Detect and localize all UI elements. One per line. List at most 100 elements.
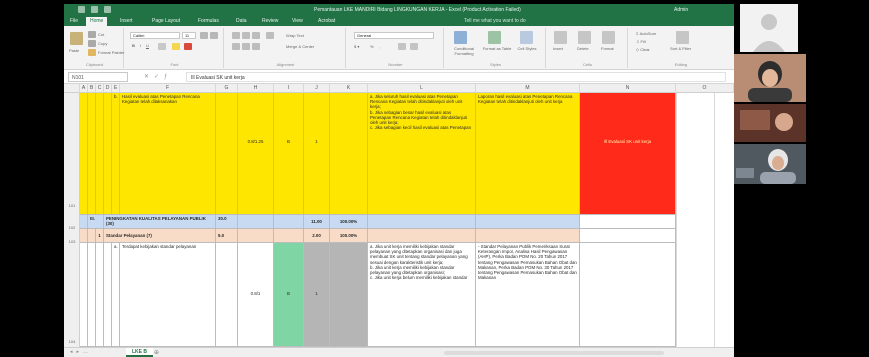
cell-h101[interactable]: 0.8/1.25 — [238, 93, 274, 215]
cell-k104[interactable] — [330, 243, 368, 347]
font-name-select[interactable]: Calibri — [130, 32, 180, 39]
cell-styles-icon[interactable] — [520, 31, 533, 44]
cell-l101[interactable]: a. Jika seluruh hasil evaluasi atas Pene… — [368, 93, 476, 215]
name-box[interactable]: N101 — [68, 72, 128, 82]
fill-button[interactable]: ⇩ Fill — [636, 39, 646, 44]
align-top-icon[interactable] — [232, 32, 240, 39]
cell-g104[interactable] — [216, 243, 238, 347]
decrease-font-icon[interactable] — [210, 32, 218, 39]
increase-font-icon[interactable] — [200, 32, 208, 39]
horizontal-scrollbar[interactable] — [444, 351, 664, 355]
cell-e104[interactable]: a. — [112, 243, 120, 347]
increase-decimal-icon[interactable] — [398, 43, 406, 50]
delete-button[interactable]: Delete — [577, 46, 589, 51]
cell-h102[interactable] — [238, 215, 274, 229]
column-header-b[interactable]: B — [88, 84, 96, 93]
conditional-formatting-icon[interactable] — [454, 31, 467, 44]
cell-m103[interactable] — [476, 229, 580, 243]
cell-h103[interactable] — [238, 229, 274, 243]
select-all-corner[interactable] — [64, 84, 80, 93]
column-header-k[interactable]: K — [330, 84, 368, 93]
clear-button[interactable]: ◇ Clear — [636, 47, 650, 52]
insert-button[interactable]: Insert — [553, 46, 563, 51]
align-center-icon[interactable] — [242, 43, 250, 50]
borders-icon[interactable] — [158, 43, 166, 50]
cell-g101[interactable] — [216, 93, 238, 215]
tab-data[interactable]: Data — [236, 18, 247, 24]
cell-a103[interactable] — [80, 229, 88, 243]
cell-k103[interactable]: 100.00% — [330, 229, 368, 243]
tab-review[interactable]: Review — [262, 18, 278, 24]
cell-k101[interactable] — [330, 93, 368, 215]
orientation-icon[interactable] — [266, 32, 274, 39]
column-header-h[interactable]: H — [238, 84, 274, 93]
column-header-d[interactable]: D — [104, 84, 112, 93]
underline-icon[interactable]: U — [146, 43, 149, 48]
cell-d101[interactable] — [104, 93, 112, 215]
column-header-c[interactable]: C — [96, 84, 104, 93]
paste-button[interactable]: Paste — [69, 48, 79, 53]
cell-l104[interactable]: a. Jika unit kerja memiliki kebijakan st… — [368, 243, 476, 347]
cell-n103[interactable] — [580, 229, 676, 243]
cell-j104[interactable]: 1 — [304, 243, 330, 347]
cell-b101[interactable] — [88, 93, 96, 215]
spreadsheet-grid[interactable]: b. Hasil evaluasi atas Penetapan Rencana… — [80, 93, 734, 347]
currency-icon[interactable]: $ ▾ — [354, 44, 359, 49]
cell-g102[interactable]: 30.0 — [216, 215, 238, 229]
sort-filter-icon[interactable] — [676, 31, 689, 44]
column-header-i[interactable]: I — [274, 84, 304, 93]
tab-formulas[interactable]: Formulas — [198, 18, 219, 24]
autosum-button[interactable]: Σ AutoSum — [636, 31, 656, 36]
cell-c102[interactable]: PENINGKATAN KUALITAS PELAYANAN PUBLIK (3… — [104, 215, 216, 229]
cell-m102[interactable] — [476, 215, 580, 229]
cell-a102[interactable] — [80, 215, 88, 229]
format-painter-icon[interactable] — [88, 49, 96, 56]
column-header-f[interactable]: F — [120, 84, 216, 93]
tab-file[interactable]: File — [70, 18, 78, 24]
merge-center-button[interactable]: Merge & Center — [286, 44, 314, 49]
formula-buttons[interactable]: ✕✓ƒ — [144, 73, 172, 80]
cell-k102[interactable]: 100.00% — [330, 215, 368, 229]
wrap-text-button[interactable]: Wrap Text — [286, 33, 304, 38]
cell-a101[interactable] — [80, 93, 88, 215]
column-header-a[interactable]: A — [80, 84, 88, 93]
copy-icon[interactable] — [88, 40, 96, 47]
row-header-102[interactable]: 102 — [64, 225, 80, 230]
paste-icon[interactable] — [70, 32, 83, 45]
cell-l102[interactable] — [368, 215, 476, 229]
redo-icon[interactable] — [104, 6, 111, 13]
number-format-select[interactable]: General — [354, 32, 434, 39]
tab-insert[interactable]: Insert — [120, 18, 133, 24]
comma-icon[interactable]: , — [380, 44, 381, 49]
column-header-o[interactable]: O — [676, 84, 734, 93]
percent-icon[interactable]: % — [370, 44, 374, 49]
cell-j102[interactable]: 11.00 — [304, 215, 330, 229]
cell-b103[interactable] — [88, 229, 96, 243]
cell-f101[interactable]: Hasil evaluasi atas Penetapan Rencana Ke… — [120, 93, 216, 215]
undo-icon[interactable] — [91, 6, 98, 13]
participant-tile-2[interactable] — [734, 54, 806, 102]
cell-d103[interactable]: Standar Pelayanan (7) — [104, 229, 216, 243]
align-right-icon[interactable] — [252, 43, 260, 50]
cell-i103[interactable] — [274, 229, 304, 243]
format-cells-icon[interactable] — [602, 31, 615, 44]
cell-c103[interactable]: 1 — [96, 229, 104, 243]
cell-c104[interactable] — [96, 243, 104, 347]
row-header-101[interactable]: 101 — [64, 203, 80, 208]
copy-button[interactable]: Copy — [98, 41, 107, 46]
user-name[interactable]: Admin — [674, 7, 688, 13]
align-left-icon[interactable] — [232, 43, 240, 50]
sheet-tab-lke-b[interactable]: LKE B — [126, 348, 153, 357]
cell-j103[interactable]: 2.00 — [304, 229, 330, 243]
format-button[interactable]: Format — [601, 46, 614, 51]
cell-i101[interactable]: B — [274, 93, 304, 215]
delete-cells-icon[interactable] — [578, 31, 591, 44]
cell-n102[interactable] — [580, 215, 676, 229]
tab-home[interactable]: Home — [86, 17, 108, 26]
cell-m104[interactable]: - Standar Pelayanan Publik Pemeriksaan S… — [476, 243, 580, 347]
save-icon[interactable] — [78, 6, 85, 13]
cell-f104[interactable]: Terdapat kebijakan standar pelayanan — [120, 243, 216, 347]
cell-g103[interactable]: 5.0 — [216, 229, 238, 243]
participant-tile-1[interactable] — [740, 4, 798, 52]
sort-filter-button[interactable]: Sort & Filter — [670, 46, 691, 51]
